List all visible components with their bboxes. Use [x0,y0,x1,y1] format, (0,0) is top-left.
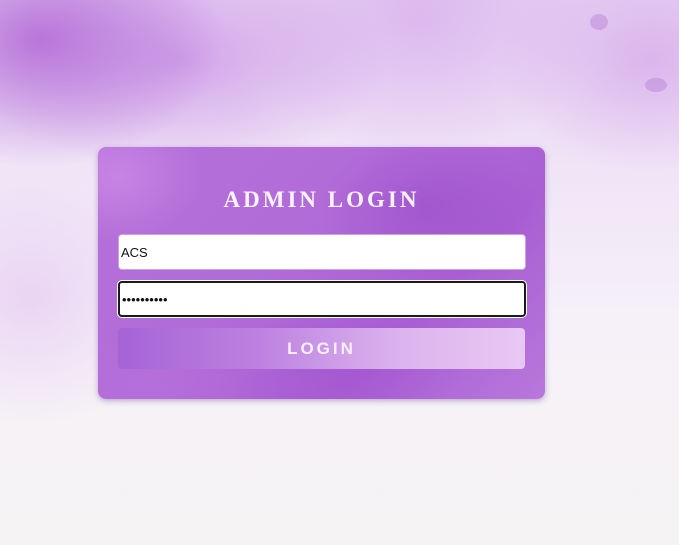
login-card: ADMIN LOGIN LOGIN [98,147,545,399]
username-input[interactable] [118,234,526,270]
login-title: ADMIN LOGIN [223,187,420,212]
background-splotch [645,78,667,92]
background-splotch [590,14,608,30]
password-input[interactable] [118,281,526,317]
login-button[interactable]: LOGIN [118,328,525,369]
